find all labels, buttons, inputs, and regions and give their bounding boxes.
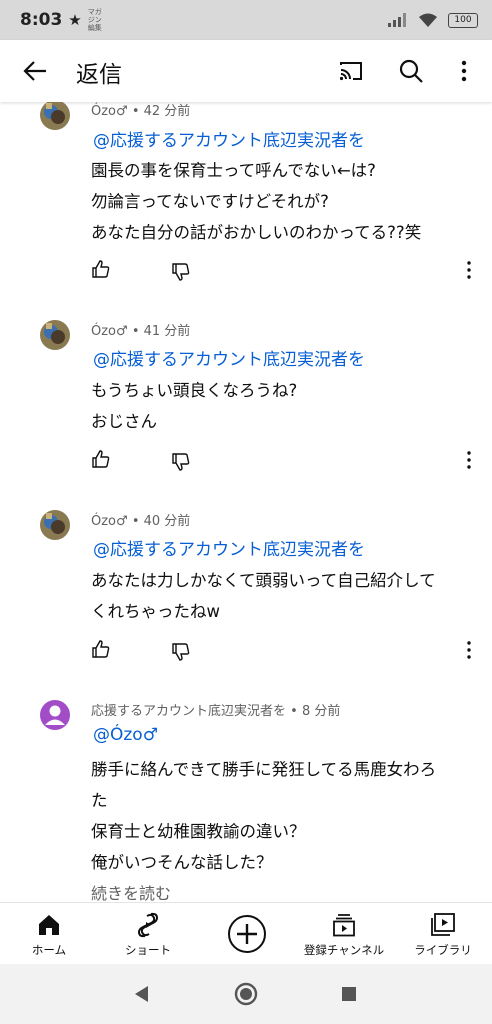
replies-list: Ózo♂ • 42 分前 @応援するアカウント底辺実況者を 園長の事を保育士って…: [0, 102, 492, 902]
dislike-icon[interactable]: [171, 262, 191, 282]
meta-separator: •: [131, 104, 140, 119]
like-icon[interactable]: [91, 639, 111, 659]
author-name[interactable]: 応援するアカウント底辺実況者を: [91, 704, 286, 719]
mention-link[interactable]: @応援するアカウント底辺実況者を: [93, 345, 365, 370]
meta-separator: •: [290, 704, 298, 719]
comment-text-line: 園長の事を保育士って呼んでない←は?: [91, 161, 376, 180]
dislike-icon[interactable]: [171, 642, 191, 662]
nav-shorts[interactable]: ショート: [112, 903, 184, 965]
author-name[interactable]: Ózo♂: [91, 104, 128, 119]
comment-time: 8 分前: [301, 704, 341, 719]
subscriptions-icon: [333, 914, 355, 937]
nav-library-label: ライブラリ: [414, 943, 472, 957]
app-bar: 返信: [0, 40, 492, 102]
wifi-icon: [419, 13, 437, 27]
star-icon: ★: [68, 11, 82, 29]
mention-link[interactable]: @Ózo♂: [93, 725, 158, 745]
author-name[interactable]: Ózo♂: [91, 514, 128, 529]
nav-library[interactable]: ライブラリ: [408, 903, 478, 965]
comment-text-line: 保育士と幼稚園教諭の違い？: [91, 822, 306, 841]
meta-separator: •: [131, 324, 140, 339]
comment-menu-icon[interactable]: [465, 260, 473, 280]
add-circle-icon: [228, 915, 266, 953]
system-home-icon[interactable]: [234, 982, 258, 1006]
comment-meta: 応援するアカウント底辺実況者を • 8 分前: [91, 700, 340, 719]
comment-text-line: おじさん: [91, 412, 157, 431]
avatar[interactable]: [40, 510, 70, 540]
comment-meta: Ózo♂ • 42 分前: [91, 102, 190, 119]
mention-link[interactable]: @応援するアカウント底辺実況者を: [93, 535, 365, 560]
page-title: 返信: [76, 62, 122, 88]
author-name[interactable]: Ózo♂: [91, 324, 128, 339]
battery-icon: 100: [448, 12, 478, 28]
comment-text-line: 勿論言ってないですけどそれが?: [91, 192, 329, 211]
comment-menu-icon[interactable]: [465, 640, 473, 660]
comment-text-line: もうちょい頭良くなろうね?: [91, 381, 298, 400]
like-icon[interactable]: [91, 449, 111, 469]
comment-text-line: た: [91, 791, 108, 810]
nav-home[interactable]: ホーム: [22, 903, 76, 965]
system-back-icon[interactable]: [132, 984, 150, 1004]
home-icon: [39, 915, 59, 935]
bottom-navigation: ホーム ショート 登録チャンネル ライブラリ: [0, 902, 492, 965]
meta-separator: •: [131, 514, 140, 529]
battery-level: 100: [454, 15, 472, 25]
mention-link[interactable]: @応援するアカウント底辺実況者を: [93, 126, 365, 151]
comment-text-line: 勝手に絡んできて勝手に発狂してる馬鹿女わろ: [91, 760, 437, 779]
create-button[interactable]: [224, 903, 270, 965]
avatar[interactable]: [40, 102, 70, 130]
library-icon: [431, 913, 455, 936]
avatar[interactable]: [40, 700, 70, 730]
comment-text-line: 俺がいつそんな話した？: [91, 853, 273, 872]
like-icon[interactable]: [91, 259, 111, 279]
system-navigation-bar: [0, 964, 492, 1024]
comment-text-line: あなたは力しかなくて頭弱いって自己紹介して: [91, 571, 436, 590]
system-recents-icon[interactable]: [341, 986, 357, 1002]
status-time: 8:03: [20, 10, 63, 30]
dislike-icon[interactable]: [171, 452, 191, 472]
comment-time: 40 分前: [143, 514, 191, 529]
notification-text: マガジン 編集: [87, 8, 102, 32]
comment-text-line: あなた自分の話がおかしいのわかってる??笑: [91, 223, 422, 242]
comment-time: 41 分前: [143, 324, 191, 339]
back-arrow-icon[interactable]: [22, 58, 48, 84]
nav-subscriptions[interactable]: 登録チャンネル: [296, 903, 392, 965]
shorts-icon: [137, 912, 159, 938]
comment-menu-icon[interactable]: [465, 450, 473, 470]
read-more-link[interactable]: 続きを読む: [91, 880, 171, 902]
more-vert-icon[interactable]: [451, 58, 477, 84]
signal-icon: [388, 13, 406, 27]
comment-time: 42 分前: [143, 104, 191, 119]
nav-home-label: ホーム: [31, 943, 67, 957]
avatar[interactable]: [40, 320, 70, 350]
search-icon[interactable]: [398, 58, 424, 84]
nav-shorts-label: ショート: [125, 943, 171, 957]
comment-meta: Ózo♂ • 40 分前: [91, 510, 190, 529]
status-bar: 8:03 ★ マガジン 編集 100: [0, 0, 492, 40]
comment-text-line: くれちゃったねw: [91, 602, 220, 621]
nav-subscriptions-label: 登録チャンネル: [303, 943, 385, 957]
cast-icon[interactable]: [338, 58, 364, 84]
comment-meta: Ózo♂ • 41 分前: [91, 320, 190, 339]
